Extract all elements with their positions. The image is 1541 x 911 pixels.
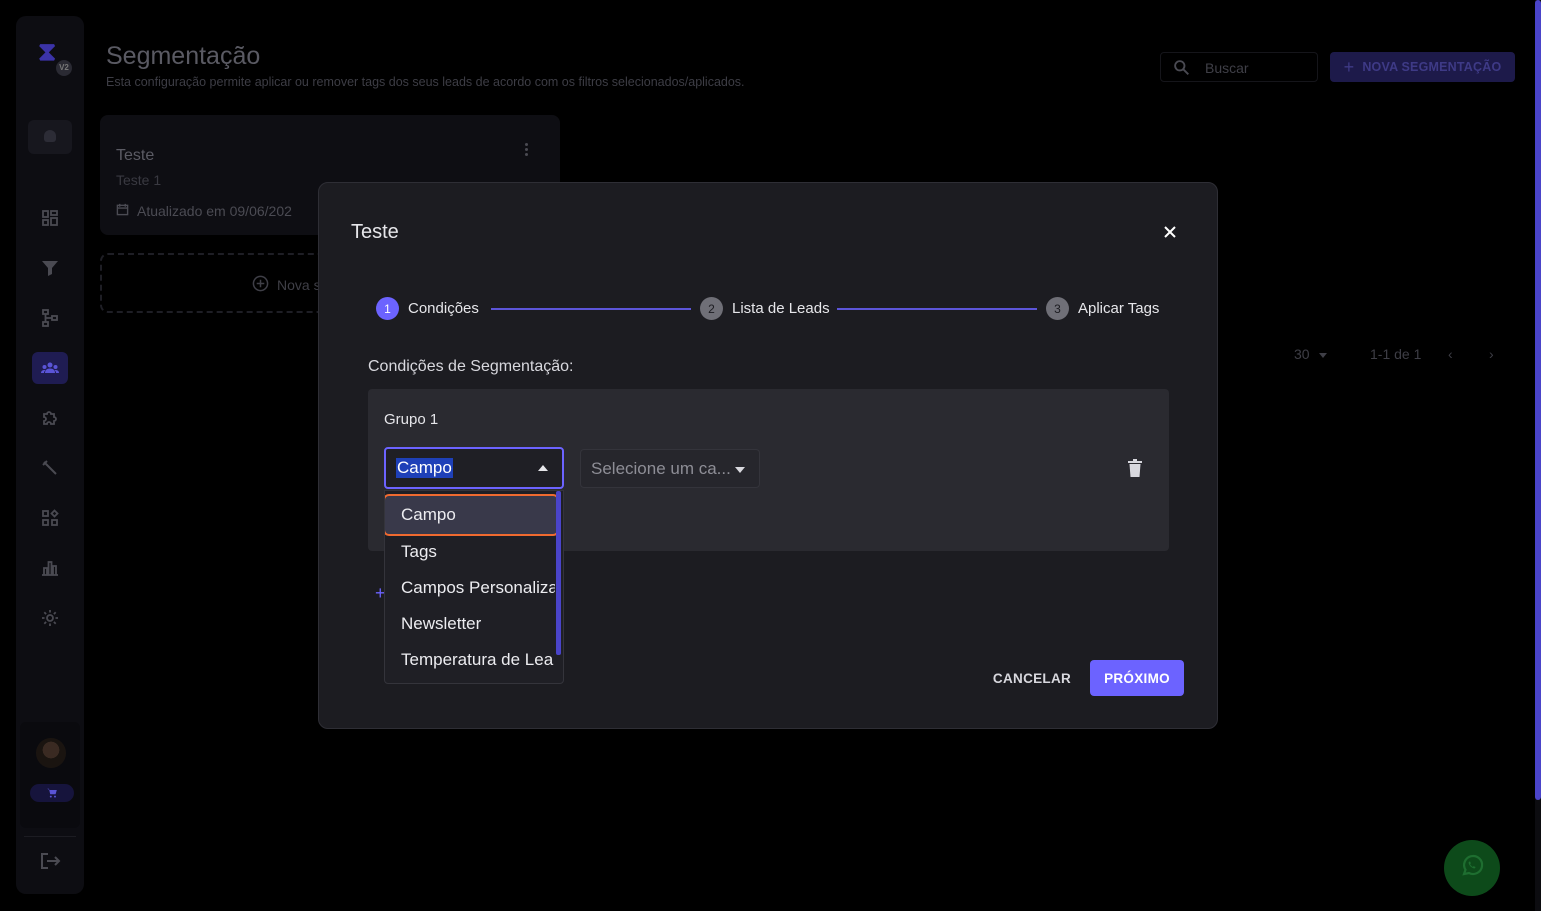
logo: ⧗ V2 [32, 34, 72, 76]
step-label: Condições [408, 300, 479, 317]
next-page-icon[interactable]: › [1489, 346, 1494, 362]
step-connector [491, 308, 691, 310]
prev-page-icon[interactable]: ‹ [1448, 346, 1453, 362]
page-scrollbar[interactable] [1535, 0, 1541, 911]
search-input[interactable] [1205, 57, 1305, 79]
search-icon [1173, 59, 1190, 81]
dropdown-option-campo[interactable]: Campo [385, 494, 559, 536]
user-icon[interactable] [28, 120, 72, 154]
trash-icon[interactable] [1128, 459, 1142, 477]
apps-icon[interactable] [32, 502, 68, 534]
step-conditions[interactable]: 1 Condições [376, 297, 479, 320]
page-title: Segmentação [106, 42, 261, 70]
chevron-up-icon [538, 465, 548, 471]
step-number: 2 [700, 297, 723, 320]
step-label: Aplicar Tags [1078, 300, 1160, 317]
step-label: Lista de Leads [732, 300, 830, 317]
chevron-down-icon [735, 467, 745, 473]
step-leads-list[interactable]: 2 Lista de Leads [700, 297, 830, 320]
field-type-select[interactable]: Campo [384, 447, 564, 489]
dropdown-option-newsletter[interactable]: Newsletter [385, 606, 555, 642]
add-circle-icon [252, 275, 269, 295]
calendar-icon [116, 203, 129, 219]
new-segmentation-button[interactable]: + NOVA SEGMENTAÇÃO [1330, 52, 1515, 82]
puzzle-icon[interactable] [32, 402, 68, 434]
version-badge: V2 [56, 60, 72, 76]
chevron-down-icon [1319, 352, 1328, 358]
card-updated-text: Atualizado em 09/06/202 [137, 203, 292, 219]
field-type-value: Campo [396, 458, 453, 478]
step-apply-tags[interactable]: 3 Aplicar Tags [1046, 297, 1159, 320]
search-box[interactable] [1160, 52, 1318, 82]
cancel-button[interactable]: CANCELAR [987, 660, 1077, 696]
card-subtitle: Teste 1 [116, 172, 162, 188]
plus-icon: + [1343, 56, 1355, 77]
wrench-icon[interactable] [32, 452, 68, 484]
cart-icon[interactable] [30, 784, 74, 802]
sidebar-account-area [20, 722, 80, 828]
card-updated: Atualizado em 09/06/202 [116, 203, 292, 219]
field-type-dropdown: Campo Tags Campos Personaliza Newsletter… [384, 490, 564, 684]
step-number: 3 [1046, 297, 1069, 320]
filter-icon[interactable] [32, 252, 68, 284]
close-icon[interactable] [1159, 221, 1181, 243]
pagination-range: 1-1 de 1 [1370, 346, 1422, 362]
page-subtitle: Esta configuração permite aplicar ou rem… [106, 75, 745, 89]
hourglass-icon: ⧗ [38, 36, 57, 66]
dashboard-icon[interactable] [32, 202, 68, 234]
dropdown-option-custom-fields[interactable]: Campos Personaliza [385, 570, 555, 606]
step-number: 1 [376, 297, 399, 320]
sidebar: ⧗ V2 [16, 16, 84, 894]
dropdown-option-lead-temperature[interactable]: Temperatura de Lea [385, 642, 555, 678]
new-segmentation-label: NOVA SEGMENTAÇÃO [1362, 60, 1502, 74]
avatar[interactable] [36, 738, 66, 768]
chart-icon[interactable] [32, 552, 68, 584]
whatsapp-icon [1458, 852, 1486, 885]
whatsapp-button[interactable] [1444, 840, 1500, 896]
dropdown-scrollbar[interactable] [556, 491, 561, 655]
new-card-text: Nova s [277, 277, 321, 293]
per-page-select[interactable]: 30 [1294, 346, 1328, 362]
page-scrollbar-thumb[interactable] [1535, 0, 1541, 800]
segmentation-icon[interactable] [32, 352, 68, 384]
field-select[interactable]: Selecione um ca... [580, 449, 760, 488]
group-title: Grupo 1 [384, 411, 439, 428]
more-vert-icon[interactable] [520, 141, 532, 161]
new-card-label: Nova s [252, 275, 321, 295]
field-select-value: Selecione um ca... [591, 459, 731, 478]
conditions-heading: Condições de Segmentação: [368, 358, 574, 375]
dropdown-option-tags[interactable]: Tags [385, 534, 555, 570]
next-button[interactable]: PRÓXIMO [1090, 660, 1184, 696]
flow-icon[interactable] [32, 302, 68, 334]
logout-icon[interactable] [34, 848, 66, 874]
sidebar-divider [24, 836, 76, 837]
card-title: Teste [116, 147, 155, 164]
modal-title: Teste [351, 221, 399, 243]
step-connector [837, 308, 1037, 310]
settings-icon[interactable] [32, 602, 68, 634]
per-page-value: 30 [1294, 346, 1310, 362]
